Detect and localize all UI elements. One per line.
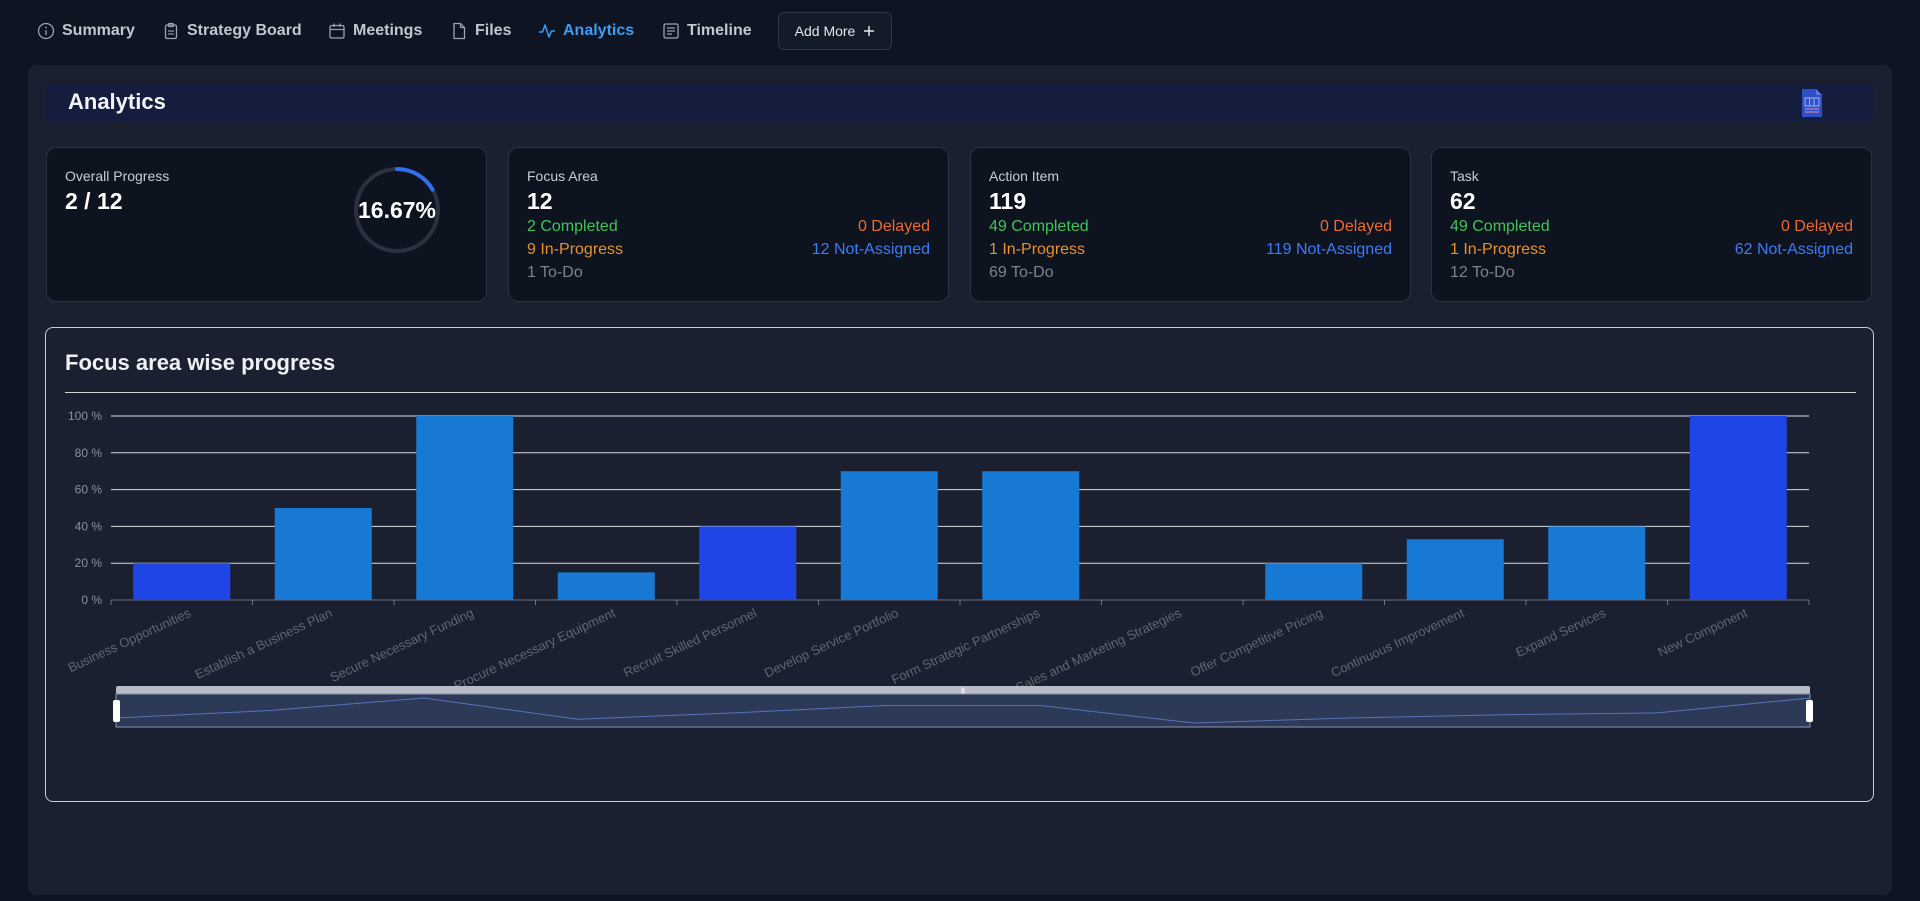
tab-summary[interactable]: Summary [37, 20, 135, 42]
focus-in-progress: 9 In-Progress [527, 241, 624, 258]
x-tick-label: Procure Necessary Equipment [451, 605, 617, 693]
action-delayed: 0 Delayed [1319, 218, 1392, 235]
list-icon [663, 23, 679, 39]
focus-delayed: 0 Delayed [857, 218, 930, 235]
tab-strategy-board[interactable]: Strategy Board [162, 20, 302, 42]
bar [133, 563, 231, 600]
task-label: Task [1450, 168, 1479, 184]
tab-summary-label: Summary [62, 22, 135, 39]
task-delayed: 0 Delayed [1780, 218, 1853, 235]
calendar-icon [329, 23, 345, 39]
activity-icon [539, 24, 555, 38]
overall-progress-value: 2 / 12 [65, 188, 123, 214]
zoom-slider-track[interactable] [115, 693, 1811, 728]
x-tick-label: Continuous Improvement [1329, 605, 1467, 680]
task-card: Task 62 49 Completed 0 Delayed 1 In-Progr… [1431, 147, 1872, 302]
tab-strategy-board-label: Strategy Board [187, 22, 302, 39]
action-item-card: Action Item 119 49 Completed 0 Delayed 1 … [970, 147, 1411, 302]
focus-area-bar-chart: 0 % 20 % 40 % 60 % 80 % 100 % Business Opportu… [66, 409, 1813, 728]
tab-meetings[interactable]: Meetings [328, 20, 422, 42]
action-item-label: Action Item [989, 168, 1060, 184]
tab-timeline[interactable]: Timeline [662, 20, 752, 42]
action-in-progress: 1 In-Progress [989, 241, 1086, 258]
bar [699, 526, 797, 600]
zoom-handle-left[interactable] [113, 700, 120, 722]
progress-percent: 16.67% [357, 196, 436, 223]
x-tick-label: Recruit Skilled Personnel [621, 605, 759, 680]
tab-timeline-label: Timeline [687, 22, 752, 39]
x-tick-label: Secure Necessary Funding [328, 605, 476, 685]
page-title: Analytics [68, 89, 166, 114]
tab-analytics-label: Analytics [563, 22, 635, 39]
task-in-progress: 1 In-Progress [1450, 241, 1547, 258]
task-value: 62 [1450, 188, 1476, 214]
file-icon [453, 22, 466, 40]
y-tick-label: 20 % [75, 556, 103, 570]
overall-progress-card: Overall Progress 2 / 12 16.67% [46, 147, 487, 302]
x-tick-label: Offer Competitive Pricing [1188, 605, 1325, 680]
x-tick-label: Develop Service Portfolio [762, 605, 901, 680]
top-navigation: Summary Strategy Board Meetings Files An… [0, 0, 1920, 62]
action-completed: 49 Completed [989, 218, 1089, 235]
focus-area-card: Focus Area 12 2 Completed 0 Delayed 9 In-… [508, 147, 949, 302]
analytics-header [45, 83, 1873, 121]
add-more-label: Add More [794, 23, 856, 39]
y-tick-label: 80 % [75, 446, 103, 460]
tab-files-label: Files [475, 22, 512, 39]
task-todo: 12 To-Do [1450, 264, 1515, 281]
bar [840, 471, 938, 600]
action-not-assigned: 119 Not-Assigned [1266, 241, 1392, 258]
bar [982, 471, 1080, 600]
focus-completed: 2 Completed [527, 218, 618, 235]
bar [557, 572, 655, 600]
focus-area-value: 12 [527, 188, 553, 214]
clipboard-icon [164, 22, 178, 40]
action-todo: 69 To-Do [989, 264, 1054, 281]
action-item-value: 119 [989, 188, 1027, 214]
y-tick-label: 100 % [68, 409, 102, 423]
x-tick-label: Expand Services [1513, 605, 1608, 660]
document-icon[interactable] [1800, 88, 1824, 123]
x-tick-label: New Component [1655, 605, 1749, 660]
bar [1689, 416, 1787, 600]
focus-area-label: Focus Area [527, 168, 598, 184]
x-tick-label: Form Strategic Partnerships [889, 605, 1042, 687]
bar [274, 508, 372, 600]
x-tick-label: Business Opportunities [66, 605, 194, 675]
info-circle-icon [37, 22, 55, 40]
y-tick-label: 40 % [75, 519, 103, 533]
bar [1406, 539, 1504, 600]
focus-not-assigned: 12 Not-Assigned [811, 241, 930, 258]
task-not-assigned: 62 Not-Assigned [1734, 241, 1853, 258]
overall-progress-label: Overall Progress [65, 168, 170, 184]
task-completed: 49 Completed [1450, 218, 1550, 235]
tab-meetings-label: Meetings [353, 22, 423, 39]
bar [416, 416, 514, 600]
bar [1265, 563, 1363, 600]
bar [1548, 526, 1646, 600]
focus-todo: 1 To-Do [527, 264, 583, 281]
tab-files[interactable]: Files [450, 20, 511, 42]
zoom-handle-right[interactable] [1806, 700, 1813, 722]
y-tick-label: 0 % [81, 593, 102, 607]
plus-icon [864, 26, 875, 36]
add-more-button[interactable]: Add More [778, 12, 892, 50]
tab-analytics[interactable]: Analytics [538, 20, 634, 42]
y-tick-label: 60 % [75, 483, 103, 497]
x-tick-label: Establish a Business Plan [193, 605, 335, 682]
